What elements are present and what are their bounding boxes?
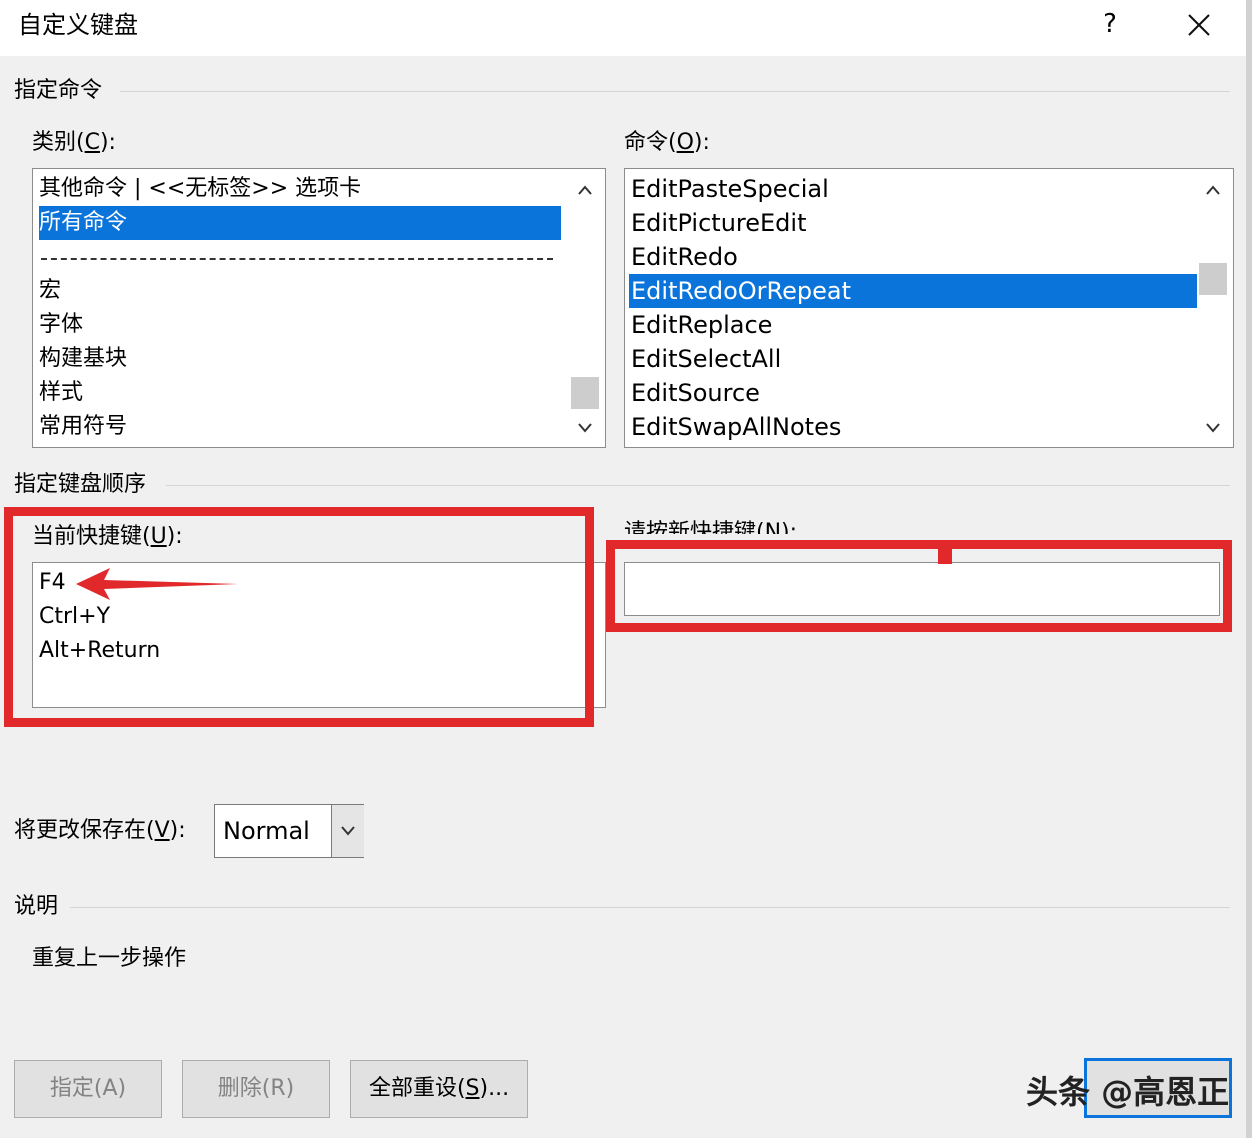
list-item[interactable]: EditReplace: [631, 308, 772, 342]
save-in-value: Normal: [223, 817, 310, 845]
commands-listbox[interactable]: EditPasteSpecial EditPictureEdit EditRed…: [624, 168, 1234, 448]
help-button[interactable]: ?: [1100, 6, 1120, 42]
assign-button[interactable]: 指定(A): [14, 1060, 162, 1118]
list-item[interactable]: 其他命令 | <<无标签>> 选项卡: [39, 172, 361, 206]
list-item[interactable]: EditPasteSpecial: [631, 172, 829, 206]
watermark: 头条 @高恩正: [1026, 1073, 1230, 1111]
list-item[interactable]: 宏: [39, 274, 61, 308]
new-key-label: 请按新快捷键(N):: [624, 520, 798, 534]
section-divider: [166, 485, 1230, 486]
list-separator: [41, 258, 553, 260]
description-heading: 说明: [14, 894, 59, 919]
save-in-dropdown[interactable]: Normal: [214, 804, 364, 858]
list-item[interactable]: EditSource: [631, 376, 760, 410]
list-item[interactable]: 构建基块: [39, 342, 127, 376]
close-icon: [1188, 14, 1210, 36]
scroll-up-arrow-icon[interactable]: [571, 175, 599, 205]
annotation-box-new-key: [606, 540, 1232, 632]
scroll-up-arrow-icon[interactable]: [1199, 175, 1227, 205]
commands-label: 命令(O):: [624, 130, 710, 155]
categories-label: 类别(C):: [32, 130, 116, 155]
save-in-label: 将更改保存在(V):: [14, 818, 186, 843]
window-edge: [1246, 0, 1252, 1138]
scroll-down-arrow-icon[interactable]: [571, 413, 599, 443]
annotation-marker: [938, 548, 952, 564]
list-item-selected[interactable]: 所有命令: [39, 206, 561, 240]
list-item[interactable]: EditRedo: [631, 240, 738, 274]
list-item[interactable]: EditPictureEdit: [631, 206, 807, 240]
reset-all-button[interactable]: 全部重设(S)...: [350, 1060, 528, 1118]
list-item[interactable]: EditSwapAllNotes: [631, 410, 841, 444]
annotation-box-current-keys: [4, 507, 594, 727]
categories-listbox[interactable]: 其他命令 | <<无标签>> 选项卡 所有命令 宏 字体 构建基块 样式 常用符…: [32, 168, 606, 448]
list-item[interactable]: 常用符号: [39, 410, 127, 444]
commands-scrollbar[interactable]: [1199, 169, 1227, 447]
list-item[interactable]: 样式: [39, 376, 83, 410]
dialog-title: 自定义键盘: [18, 11, 138, 39]
scroll-down-arrow-icon[interactable]: [1199, 413, 1227, 443]
assign-command-heading: 指定命令: [14, 78, 103, 103]
title-bar: [0, 0, 1246, 56]
list-item-selected[interactable]: EditRedoOrRepeat: [629, 274, 1197, 308]
list-item[interactable]: 字体: [39, 308, 83, 342]
close-button[interactable]: [1180, 6, 1218, 44]
categories-scrollbar[interactable]: [571, 169, 599, 447]
scroll-thumb[interactable]: [571, 377, 599, 409]
section-divider: [120, 91, 1230, 92]
scroll-thumb[interactable]: [1199, 263, 1227, 295]
keyboard-sequence-heading: 指定键盘顺序: [14, 472, 147, 497]
description-text: 重复上一步操作: [32, 946, 187, 971]
chevron-down-icon[interactable]: [331, 805, 364, 857]
section-divider: [70, 907, 1230, 908]
red-arrow-icon: [76, 568, 238, 600]
list-item[interactable]: EditSelectAll: [631, 342, 781, 376]
remove-button[interactable]: 删除(R): [182, 1060, 330, 1118]
